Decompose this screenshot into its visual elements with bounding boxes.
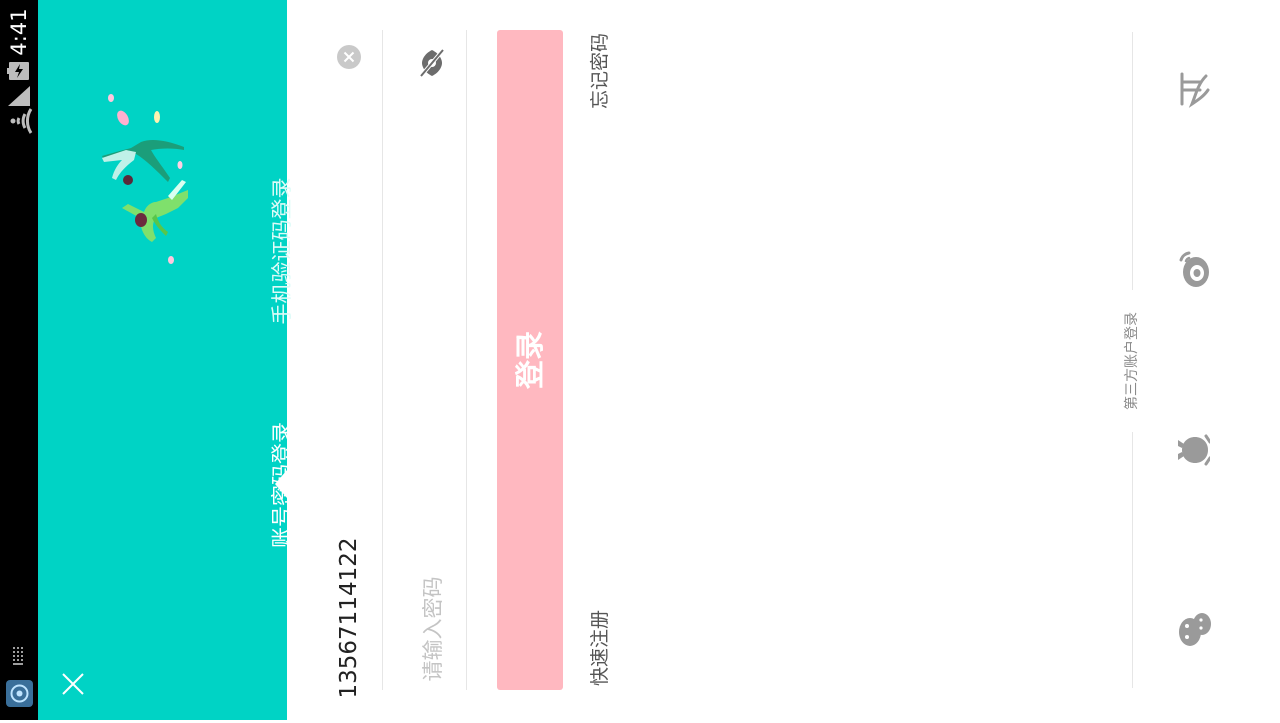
login-button-label: 登录 [513,331,547,390]
close-icon[interactable] [61,672,85,696]
weibo-icon[interactable] [1177,250,1211,290]
password-input-placeholder[interactable]: 请输入密码 [418,539,448,719]
third-party-divider-bottom [1132,432,1133,688]
status-bar: 4:41 [0,0,38,720]
password-field-divider [466,30,467,690]
clear-input-icon[interactable] [337,45,361,69]
qq-icon[interactable] [1176,432,1210,468]
phone-input-value[interactable]: 13567114122 [334,513,364,723]
password-visibility-off-icon[interactable] [418,46,446,80]
wechat-icon[interactable] [1177,610,1211,650]
forgot-password-link[interactable]: 忘记密码 [587,21,613,121]
keyboard-icon [13,647,23,665]
tab-sms-code-login[interactable]: 手机验证码登录 [267,151,297,351]
app-notification-icon [6,680,33,707]
third-party-divider-top [1132,32,1133,290]
battery-icon [7,62,29,80]
alipay-icon[interactable] [1178,70,1210,108]
dancers-illustration [102,94,188,264]
login-header: 账号密码登录 手机验证码登录 [38,0,294,720]
login-button[interactable]: 登录 [497,30,563,690]
wifi-icon [10,108,33,134]
active-tab-indicator [275,470,287,498]
quick-register-link[interactable]: 快速注册 [587,598,613,698]
signal-icon [8,86,30,106]
third-party-login-title: 第三方账户登录 [1124,312,1140,410]
